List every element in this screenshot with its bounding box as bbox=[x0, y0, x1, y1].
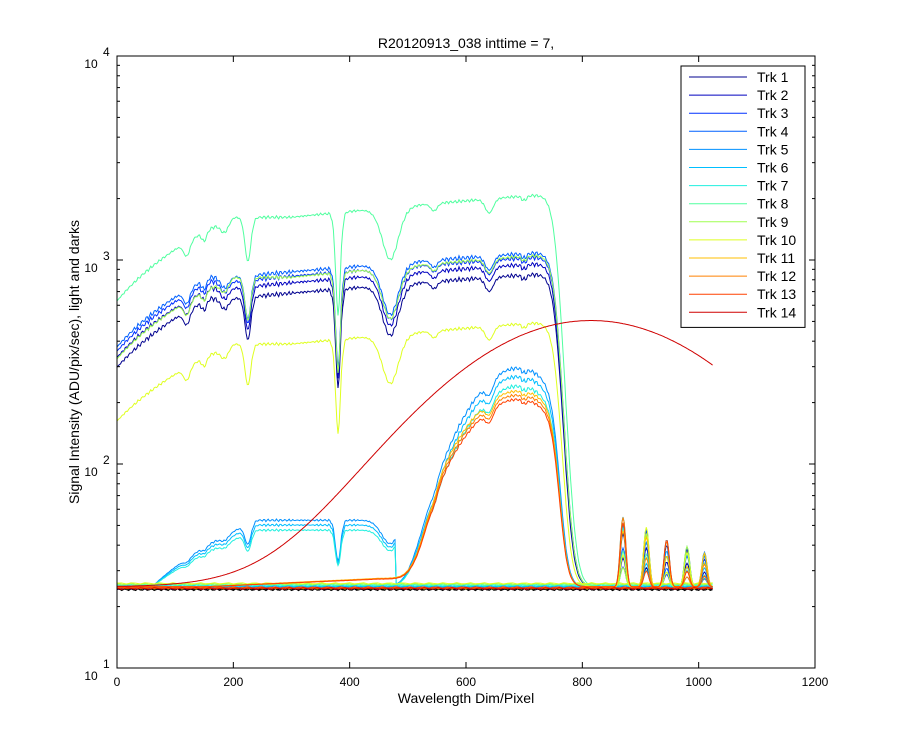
y-tick-exponent: 3 bbox=[103, 249, 110, 263]
x-tick-label: 400 bbox=[340, 675, 360, 689]
legend-label: Trk 1 bbox=[757, 69, 789, 85]
y-tick-label: 10 bbox=[84, 669, 98, 683]
legend-label: Trk 8 bbox=[757, 196, 789, 212]
legend-label: Trk 14 bbox=[757, 304, 796, 320]
x-tick-label: 200 bbox=[223, 675, 243, 689]
chart-title: R20120913_038 inttime = 7, bbox=[378, 35, 554, 51]
y-tick-exponent: 2 bbox=[103, 453, 110, 467]
y-tick-exponent: 1 bbox=[103, 657, 110, 671]
y-tick-label: 10 bbox=[84, 261, 98, 275]
x-tick-label: 1200 bbox=[802, 675, 829, 689]
chart-svg: 0 200 400 600 800 1000 1200 10 1 10 2 10 3 10 4 R20120… bbox=[66, 35, 829, 706]
x-axis-label: Wavelength Dim/Pixel bbox=[398, 690, 534, 706]
legend-label: Trk 2 bbox=[757, 87, 789, 103]
y-tick-label: 10 bbox=[84, 57, 98, 71]
legend-label: Trk 5 bbox=[757, 141, 789, 157]
y-tick-exponent: 4 bbox=[103, 45, 110, 59]
legend-label: Trk 9 bbox=[757, 214, 789, 230]
legend-label: Trk 11 bbox=[757, 250, 795, 266]
legend-label: Trk 6 bbox=[757, 160, 789, 176]
x-tick-label: 1000 bbox=[685, 675, 712, 689]
legend: Trk 1 Trk 2 Trk 3 Trk 4 Trk 5 Trk 6 Trk 7 Trk 8… bbox=[680, 65, 806, 328]
legend-label: Trk 3 bbox=[757, 105, 789, 121]
legend-label: Trk 7 bbox=[757, 178, 789, 194]
y-tick-label: 10 bbox=[84, 465, 98, 479]
legend-label: Trk 13 bbox=[757, 286, 796, 302]
x-tick-label: 600 bbox=[456, 675, 476, 689]
legend-label: Trk 4 bbox=[757, 123, 789, 139]
x-tick-label: 0 bbox=[114, 675, 121, 689]
x-tick-label: 800 bbox=[572, 675, 592, 689]
legend-label: Trk 12 bbox=[757, 268, 796, 284]
legend-label: Trk 10 bbox=[757, 232, 796, 248]
y-axis-label: Signal Intensity (ADU/pix/sec), light an… bbox=[66, 220, 82, 504]
